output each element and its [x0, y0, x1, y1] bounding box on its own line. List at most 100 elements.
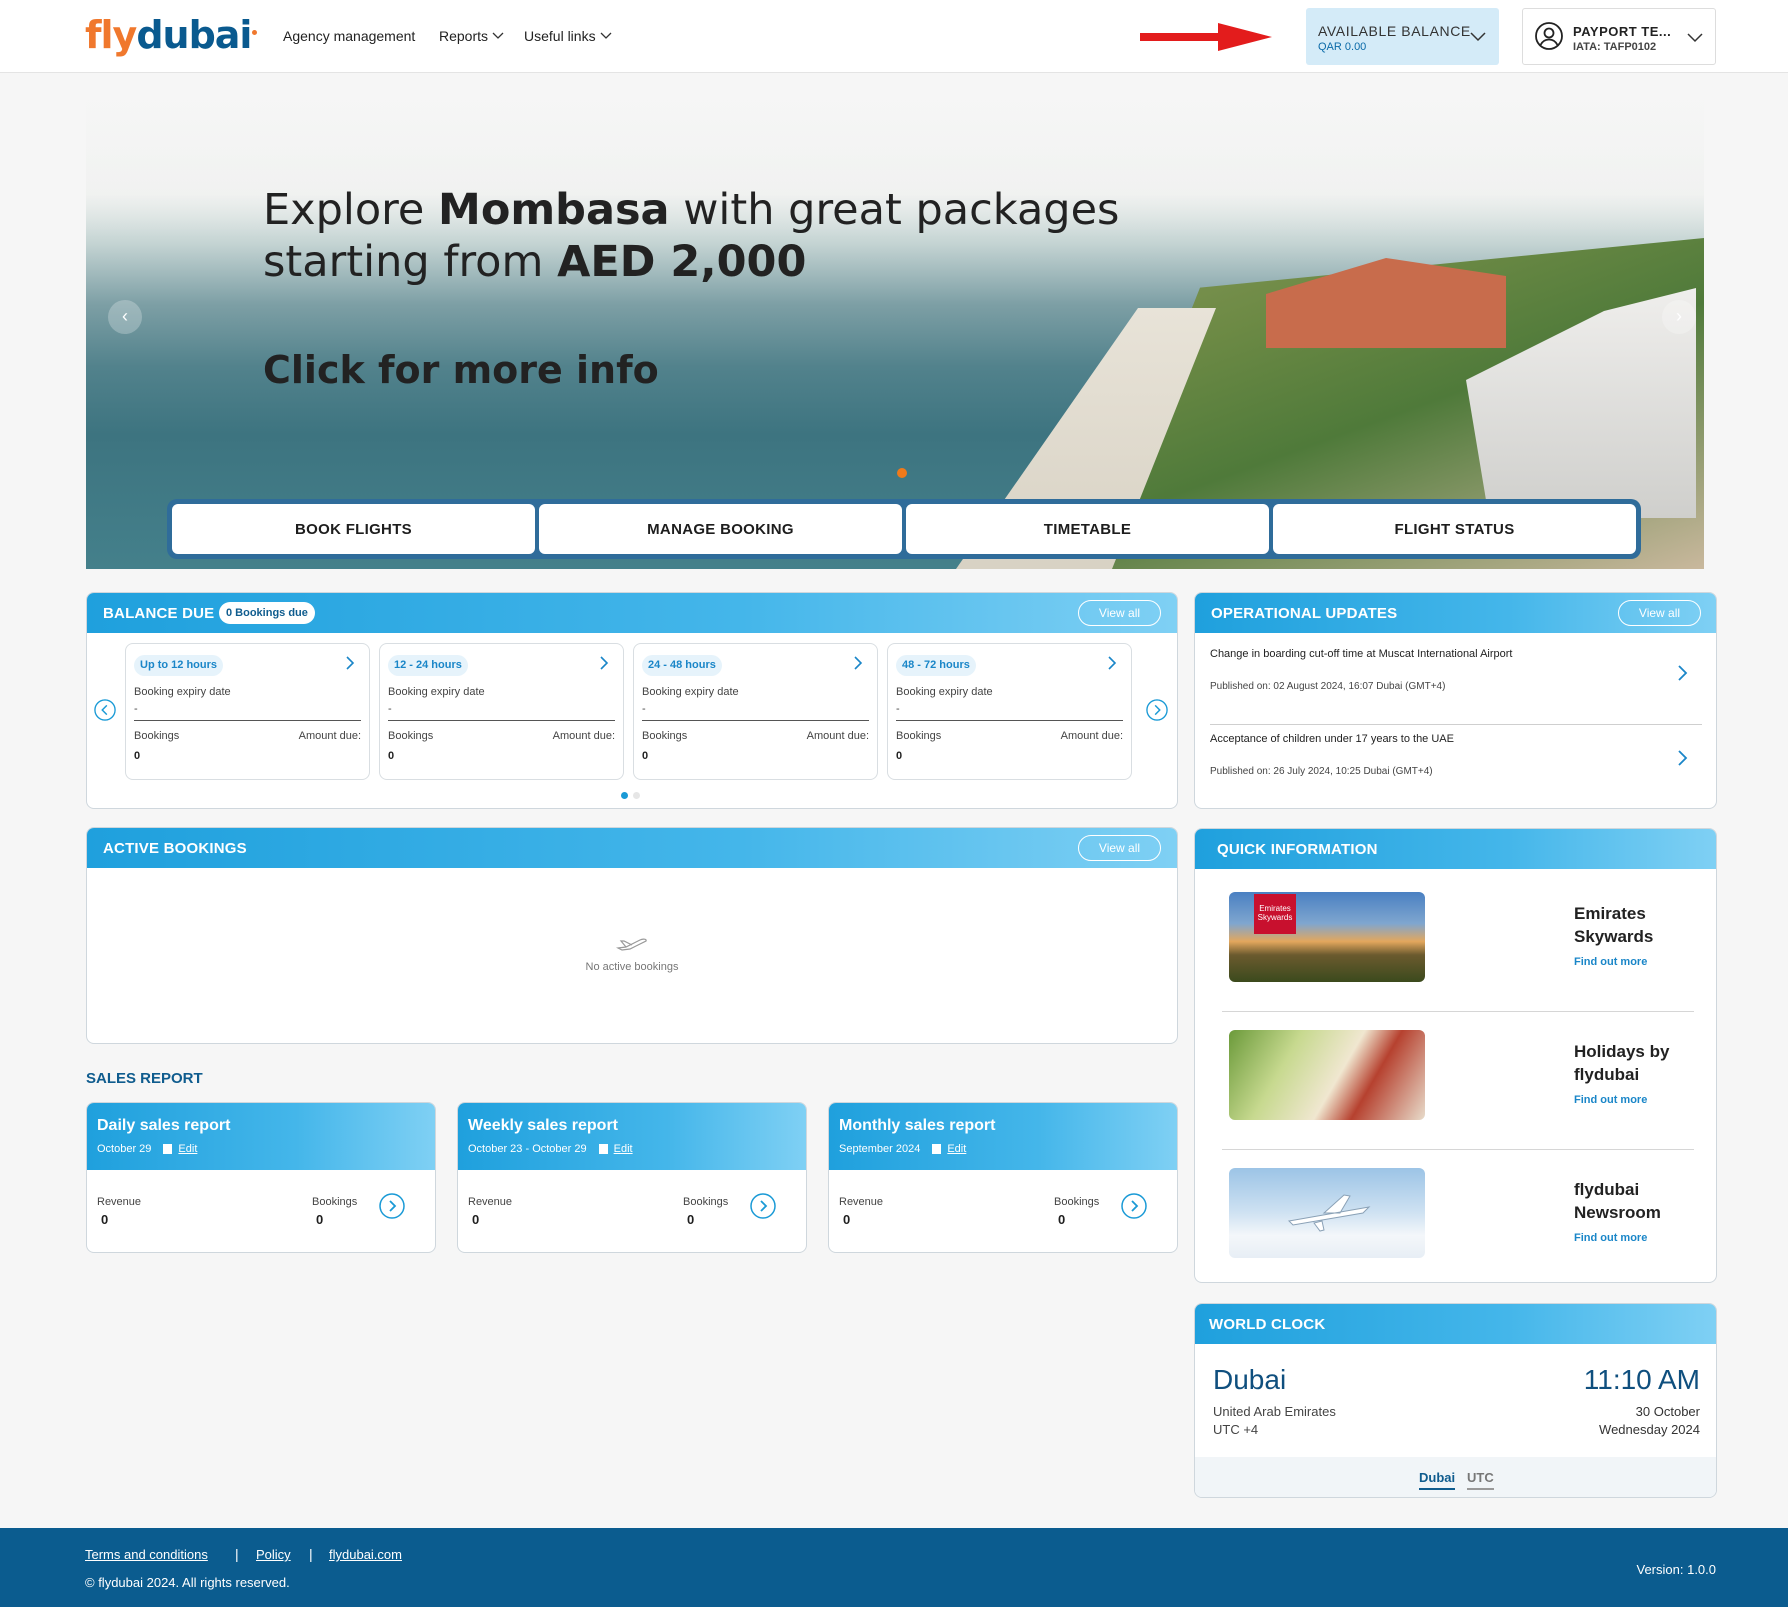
divider — [1222, 1149, 1694, 1150]
revenue-value: 0 — [472, 1212, 480, 1227]
chevron-right-circle-icon[interactable] — [379, 1193, 405, 1219]
chevron-right-icon — [1108, 656, 1117, 670]
operational-view-all-button[interactable]: View all — [1618, 600, 1701, 626]
balance-due-title: BALANCE DUE — [103, 605, 215, 622]
hero-headline-2: starting from AED 2,000 — [263, 237, 807, 287]
available-balance-dropdown[interactable]: AVAILABLE BALANCE QAR 0.00 — [1306, 8, 1499, 65]
clock-tab-dubai[interactable]: Dubai — [1419, 1470, 1456, 1490]
expiry-label: Booking expiry date — [134, 686, 231, 698]
operational-update-item[interactable]: Acceptance of children under 17 years to… — [1210, 726, 1702, 808]
skywards-image: Emirates Skywards — [1229, 892, 1425, 982]
quick-info-item[interactable]: flydubai Newsroom Find out more — [1222, 1168, 1694, 1282]
hero-headline-1: Explore Mombasa with great packages — [263, 185, 1120, 235]
amount-due-label: Amount due: — [298, 730, 361, 742]
edit-link[interactable]: Edit — [178, 1143, 197, 1155]
carousel-dot-active[interactable] — [897, 468, 907, 478]
amount-due-label: Amount due: — [552, 730, 615, 742]
balance-tile[interactable]: 48 - 72 hours Booking expiry date - Book… — [887, 643, 1132, 780]
expiry-value: - — [896, 703, 900, 715]
update-title: Acceptance of children under 17 years to… — [1210, 733, 1454, 745]
tab-manage-booking[interactable]: MANAGE BOOKING — [539, 504, 902, 554]
sales-card-title: Monthly sales report — [839, 1117, 996, 1134]
revenue-label: Revenue — [468, 1196, 513, 1208]
hero-prev-button[interactable]: ‹ — [108, 300, 142, 334]
chevron-right-circle-icon[interactable] — [1121, 1193, 1147, 1219]
sales-card-daterange: October 23 - October 29 Edit — [468, 1143, 633, 1155]
sales-card-title: Daily sales report — [97, 1117, 231, 1134]
bookings-label: Bookings — [683, 1196, 729, 1208]
expiry-value: - — [642, 703, 646, 715]
nav-reports[interactable]: Reports — [439, 28, 504, 44]
carousel-dot[interactable] — [633, 792, 640, 799]
nav-useful-links[interactable]: Useful links — [524, 28, 612, 44]
sales-card-header: Monthly sales report September 2024 Edit — [829, 1103, 1177, 1170]
divider — [896, 720, 1123, 721]
logo-dot — [252, 30, 258, 35]
clock-country: United Arab Emirates — [1213, 1404, 1336, 1419]
bookings-value: 0 — [388, 750, 395, 762]
expiry-label: Booking expiry date — [388, 686, 485, 698]
expiry-value: - — [134, 703, 138, 715]
operational-updates-header: OPERATIONAL UPDATES View all — [1195, 593, 1716, 633]
bookings-label: Bookings — [388, 730, 434, 742]
footer-separator: | — [235, 1546, 239, 1562]
quick-info-item[interactable]: Holidays by flydubai Find out more — [1222, 1030, 1694, 1150]
chevron-down-icon — [600, 32, 612, 39]
chevron-right-icon[interactable] — [1146, 699, 1168, 721]
copyright-text: © flydubai 2024. All rights reserved. — [85, 1575, 290, 1590]
operational-updates-title: OPERATIONAL UPDATES — [1211, 605, 1398, 622]
find-out-more-link[interactable]: Find out more — [1574, 1094, 1647, 1106]
balance-tile[interactable]: 24 - 48 hours Booking expiry date - Book… — [633, 643, 878, 780]
bookings-label: Bookings — [134, 730, 180, 742]
carousel-dot-active[interactable] — [621, 792, 628, 799]
operational-update-item[interactable]: Change in boarding cut-off time at Musca… — [1210, 641, 1702, 725]
nav-agency-management[interactable]: Agency management — [283, 28, 415, 44]
chevron-right-circle-icon[interactable] — [750, 1193, 776, 1219]
balance-tile[interactable]: 12 - 24 hours Booking expiry date - Book… — [379, 643, 624, 780]
plane-icon — [616, 938, 647, 951]
hero-cta[interactable]: Click for more info — [263, 344, 659, 396]
chevron-left-icon[interactable] — [94, 699, 116, 721]
world-clock-card: WORLD CLOCK Dubai United Arab Emirates U… — [1194, 1303, 1717, 1498]
chevron-right-icon — [854, 656, 863, 670]
edit-link[interactable]: Edit — [947, 1143, 966, 1155]
profile-dropdown[interactable]: PAYPORT TE... IATA: TAFP0102 — [1522, 8, 1716, 65]
amount-due-label: Amount due: — [806, 730, 869, 742]
find-out-more-link[interactable]: Find out more — [1574, 1232, 1647, 1244]
find-out-more-link[interactable]: Find out more — [1574, 956, 1647, 968]
sales-card-header: Weekly sales report October 23 - October… — [458, 1103, 806, 1170]
sales-card-header: Daily sales report October 29 Edit — [87, 1103, 435, 1170]
bookings-label: Bookings — [312, 1196, 358, 1208]
flydubai-site-link[interactable]: flydubai.com — [329, 1547, 402, 1562]
balance-value: QAR 0.00 — [1318, 41, 1367, 53]
time-range-pill: 24 - 48 hours — [642, 655, 722, 676]
nav-reports-label: Reports — [439, 28, 489, 44]
tab-book-flights[interactable]: BOOK FLIGHTS — [172, 504, 535, 554]
balance-tile[interactable]: Up to 12 hours Booking expiry date - Boo… — [125, 643, 370, 780]
nav-agency-label: Agency management — [283, 28, 416, 44]
balance-due-view-all-button[interactable]: View all — [1078, 600, 1161, 626]
chevron-right-icon — [600, 656, 609, 670]
expiry-label: Booking expiry date — [896, 686, 993, 698]
clock-time: 11:10 AM — [1583, 1364, 1700, 1395]
chevron-right-icon — [1678, 750, 1688, 766]
quick-info-item[interactable]: Emirates Skywards Emirates Skywards Find… — [1222, 892, 1694, 1012]
chevron-down-icon — [492, 32, 504, 39]
bookings-value: 0 — [642, 750, 649, 762]
active-bookings-view-all-button[interactable]: View all — [1078, 835, 1161, 861]
tab-timetable[interactable]: TIMETABLE — [906, 504, 1269, 554]
quick-information-header: QUICK INFORMATION — [1195, 829, 1716, 869]
hero-banner[interactable]: Explore Mombasa with great packages star… — [86, 88, 1704, 569]
sales-range: September 2024 — [839, 1143, 921, 1155]
clock-tab-utc[interactable]: UTC — [1467, 1470, 1494, 1490]
hero-next-button[interactable]: › — [1662, 300, 1696, 334]
hero-roofs-image — [1266, 258, 1506, 348]
chevron-down-icon — [1687, 33, 1703, 43]
policy-link[interactable]: Policy — [256, 1547, 291, 1562]
tab-flight-status[interactable]: FLIGHT STATUS — [1273, 504, 1636, 554]
edit-link[interactable]: Edit — [614, 1143, 633, 1155]
terms-link[interactable]: Terms and conditions — [85, 1547, 208, 1562]
flydubai-logo[interactable]: flydubai — [85, 12, 258, 58]
weekly-sales-card: Weekly sales report October 23 - October… — [457, 1102, 807, 1253]
sales-report-title: SALES REPORT — [86, 1070, 203, 1087]
